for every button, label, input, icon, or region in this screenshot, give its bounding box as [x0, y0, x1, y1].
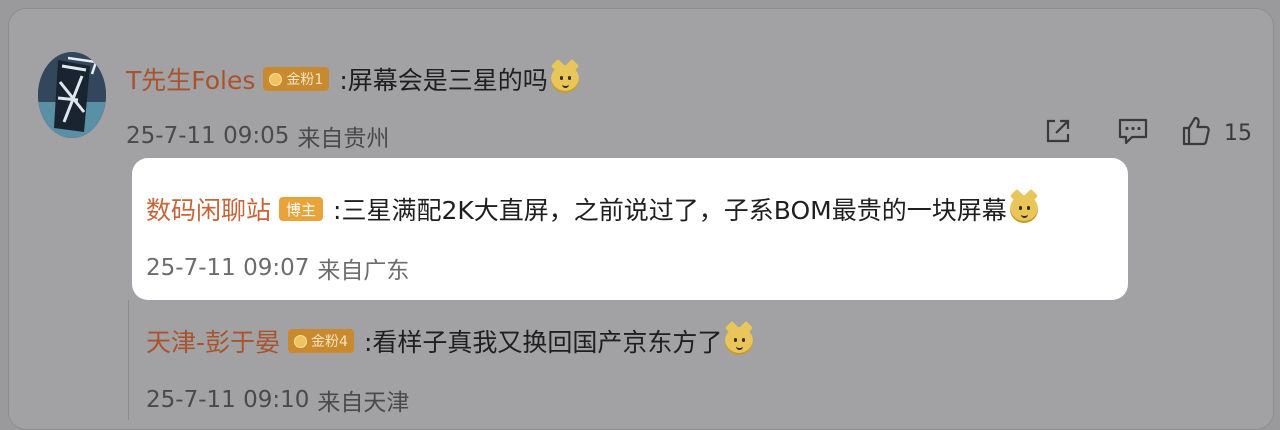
user-avatar[interactable]: [38, 52, 106, 138]
reply-meta-2: 25-7-11 09:10 来自天津: [146, 382, 409, 418]
like-count: 15: [1224, 120, 1252, 146]
comment-time: 25-7-11 09:05: [126, 123, 290, 149]
reply-time: 25-7-11 09:10: [146, 387, 310, 413]
face-emoji-icon: [725, 327, 754, 355]
fan-badge-icon: [269, 72, 283, 86]
fan-badge-label: 金粉1: [286, 72, 324, 88]
comment-text: :屏幕会是三星的吗: [339, 66, 548, 95]
fan-badge-icon: [294, 334, 308, 348]
like-icon[interactable]: [1180, 114, 1212, 152]
fan-badge[interactable]: 金粉4: [288, 329, 354, 353]
reply-username[interactable]: 数码闲聊站: [146, 191, 271, 227]
reply-location: 来自天津: [317, 390, 410, 416]
share-icon[interactable]: [1042, 115, 1074, 151]
reply-line-2: 天津-彭于晏 金粉4 :看样子真我又换回国产京东方了: [146, 322, 754, 360]
reply-time: 25-7-11 09:07: [146, 255, 310, 281]
fan-badge-label: 金粉4: [311, 334, 348, 350]
reply-username[interactable]: 天津-彭于晏: [146, 323, 280, 359]
reply-meta-1: 25-7-11 09:07 来自广东: [146, 250, 409, 286]
reply-line-1: 数码闲聊站 博主 :三星满配2K大直屏，之前说过了，子系BOM最贵的一块屏幕: [146, 190, 1038, 228]
reply-text: :看样子真我又换回国产京东方了: [363, 328, 723, 357]
comment-location: 来自贵州: [297, 126, 390, 152]
comment-username[interactable]: T先生Foles: [126, 61, 255, 97]
comment-actions: 15: [1042, 114, 1252, 152]
fan-badge[interactable]: 金粉1: [263, 67, 330, 91]
reply-location: 来自广东: [317, 258, 410, 284]
thread-divider: [128, 300, 129, 420]
main-comment-line: T先生Foles 金粉1 :屏幕会是三星的吗: [126, 60, 579, 98]
comment-meta: 25-7-11 09:05 来自贵州: [126, 118, 389, 154]
reply-text: :三星满配2K大直屏，之前说过了，子系BOM最贵的一块屏幕: [333, 196, 1007, 225]
comment-icon[interactable]: [1116, 115, 1150, 151]
face-emoji-icon: [550, 65, 579, 93]
blogger-badge[interactable]: 博主: [279, 197, 324, 221]
face-emoji-icon: [1009, 195, 1038, 223]
